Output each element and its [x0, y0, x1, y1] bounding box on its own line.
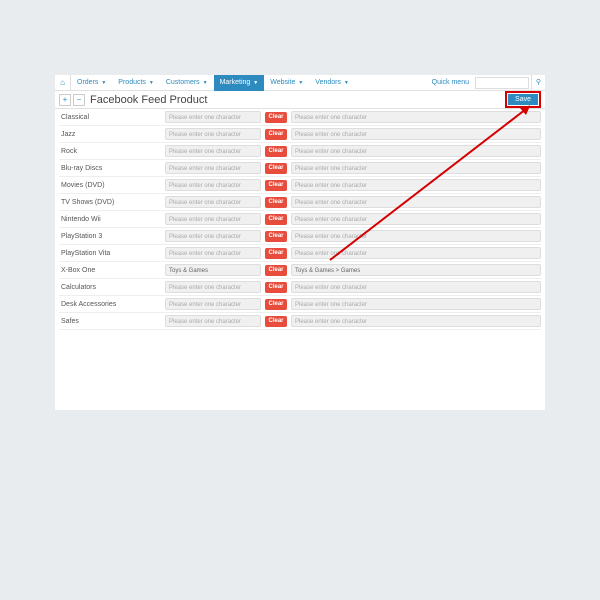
nav-website[interactable]: Website ▼ [264, 75, 309, 91]
table-row: Blu-ray Discs Please enter one character C… [59, 160, 541, 177]
clear-button[interactable]: Clear [265, 248, 287, 259]
clear-button[interactable]: Clear [265, 180, 287, 191]
clear-button[interactable]: Clear [265, 316, 287, 327]
home-icon[interactable]: ⌂ [55, 75, 71, 91]
table-row: Safes Please enter one character Clear Plea… [59, 313, 541, 330]
row-label: Nintendo Wii [59, 216, 161, 223]
category-input[interactable]: Please enter one character [165, 315, 261, 327]
save-button[interactable]: Save [508, 94, 538, 105]
nav-vendors[interactable]: Vendors ▼ [309, 75, 355, 91]
category-rows: Classical Please enter one character Clear… [55, 109, 545, 410]
clear-button[interactable]: Clear [265, 163, 287, 174]
subcategory-input[interactable]: Please enter one character [291, 213, 541, 225]
clear-button[interactable]: Clear [265, 282, 287, 293]
clear-button[interactable]: Clear [265, 299, 287, 310]
row-label: Movies (DVD) [59, 182, 161, 189]
subcategory-input[interactable]: Please enter one character [291, 298, 541, 310]
category-input[interactable]: Please enter one character [165, 196, 261, 208]
save-highlight: Save [505, 91, 541, 108]
subcategory-input[interactable]: Please enter one character [291, 247, 541, 259]
page-title: Facebook Feed Product [90, 94, 207, 106]
row-label: Blu-ray Discs [59, 165, 161, 172]
category-input[interactable]: Please enter one character [165, 111, 261, 123]
nav-products[interactable]: Products ▼ [112, 75, 160, 91]
table-row: Jazz Please enter one character Clear Pleas… [59, 126, 541, 143]
nav-customers[interactable]: Customers ▼ [160, 75, 214, 91]
top-nav: ⌂ Orders ▼Products ▼Customers ▼Marketing… [55, 75, 545, 91]
row-label: Desk Accessories [59, 301, 161, 308]
category-input[interactable]: Toys & Games [165, 264, 261, 276]
table-row: PlayStation Vita Please enter one charact… [59, 245, 541, 262]
clear-button[interactable]: Clear [265, 129, 287, 140]
category-input[interactable]: Please enter one character [165, 247, 261, 259]
subcategory-input[interactable]: Please enter one character [291, 162, 541, 174]
clear-button[interactable]: Clear [265, 231, 287, 242]
row-label: X-Box One [59, 267, 161, 274]
category-input[interactable]: Please enter one character [165, 145, 261, 157]
category-input[interactable]: Please enter one character [165, 230, 261, 242]
row-label: TV Shows (DVD) [59, 199, 161, 206]
subcategory-input[interactable]: Please enter one character [291, 281, 541, 293]
table-row: Desk Accessories Please enter one charact… [59, 296, 541, 313]
table-row: TV Shows (DVD) Please enter one character… [59, 194, 541, 211]
nav-orders[interactable]: Orders ▼ [71, 75, 112, 91]
clear-button[interactable]: Clear [265, 112, 287, 123]
subcategory-input[interactable]: Toys & Games > Games [291, 264, 541, 276]
nav-marketing[interactable]: Marketing ▼ [214, 75, 265, 91]
table-row: Movies (DVD) Please enter one character Cl… [59, 177, 541, 194]
row-label: PlayStation 3 [59, 233, 161, 240]
subcategory-input[interactable]: Please enter one character [291, 315, 541, 327]
clear-button[interactable]: Clear [265, 146, 287, 157]
subcategory-input[interactable]: Please enter one character [291, 179, 541, 191]
search-input[interactable] [475, 77, 529, 89]
clear-button[interactable]: Clear [265, 214, 287, 225]
category-input[interactable]: Please enter one character [165, 281, 261, 293]
collapse-button[interactable]: − [73, 94, 85, 106]
subcategory-input[interactable]: Please enter one character [291, 230, 541, 242]
clear-button[interactable]: Clear [265, 197, 287, 208]
table-row: PlayStation 3 Please enter one character C… [59, 228, 541, 245]
category-input[interactable]: Please enter one character [165, 179, 261, 191]
row-label: Rock [59, 148, 161, 155]
table-row: Rock Please enter one character Clear Pleas… [59, 143, 541, 160]
clear-button[interactable]: Clear [265, 265, 287, 276]
search-icon[interactable]: ⚲ [531, 75, 545, 91]
row-label: Jazz [59, 131, 161, 138]
category-input[interactable]: Please enter one character [165, 128, 261, 140]
category-input[interactable]: Please enter one character [165, 162, 261, 174]
quick-menu[interactable]: Quick menu [426, 79, 475, 86]
subcategory-input[interactable]: Please enter one character [291, 196, 541, 208]
category-input[interactable]: Please enter one character [165, 298, 261, 310]
table-row: Calculators Please enter one character Cle… [59, 279, 541, 296]
table-row: Classical Please enter one character Clear… [59, 109, 541, 126]
page-header: + − Facebook Feed Product Save [55, 91, 545, 109]
row-label: Safes [59, 318, 161, 325]
subcategory-input[interactable]: Please enter one character [291, 145, 541, 157]
subcategory-input[interactable]: Please enter one character [291, 128, 541, 140]
table-row: X-Box One Toys & Games Clear Toys & Games >… [59, 262, 541, 279]
table-row: Nintendo Wii Please enter one character Cl… [59, 211, 541, 228]
subcategory-input[interactable]: Please enter one character [291, 111, 541, 123]
row-label: Calculators [59, 284, 161, 291]
expand-button[interactable]: + [59, 94, 71, 106]
row-label: Classical [59, 114, 161, 121]
category-input[interactable]: Please enter one character [165, 213, 261, 225]
row-label: PlayStation Vita [59, 250, 161, 257]
